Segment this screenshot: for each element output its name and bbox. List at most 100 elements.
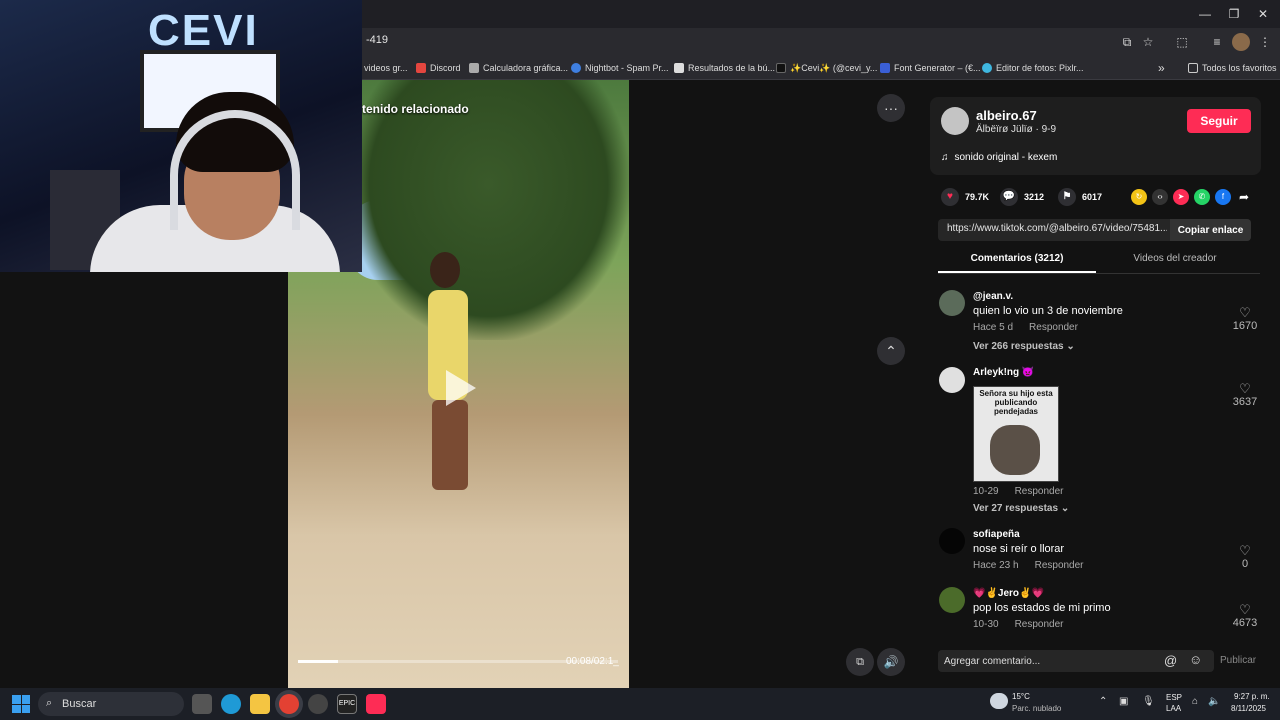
- cast-icon[interactable]: ⧉: [1118, 33, 1136, 51]
- view-replies[interactable]: Ver 266 respuestas ⌄: [973, 341, 1075, 352]
- video-link[interactable]: https://www.tiktok.com/@albeiro.67/video…: [947, 223, 1167, 234]
- child-head: [430, 252, 460, 288]
- follow-button[interactable]: Seguir: [1187, 109, 1251, 133]
- microphone-icon[interactable]: 🎙: [1142, 696, 1155, 707]
- bookmark-item[interactable]: videos gr...: [364, 60, 408, 76]
- reply-link[interactable]: Responder: [1015, 619, 1064, 630]
- document-icon: [674, 63, 684, 73]
- child-legs: [432, 400, 468, 490]
- scroll-up-icon[interactable]: ⌃: [877, 337, 905, 365]
- send-icon[interactable]: ➤: [1173, 189, 1189, 205]
- bookmark-item[interactable]: Font Generator – (€...: [880, 60, 981, 76]
- creator-subline: Älbëïrø Jülïø · 9-9: [976, 124, 1057, 135]
- embed-icon[interactable]: ‹›: [1152, 189, 1168, 205]
- tray-app-icon[interactable]: ▣: [1119, 696, 1128, 707]
- weather-icon[interactable]: [990, 693, 1008, 709]
- chrome-icon[interactable]: [279, 694, 299, 714]
- folder-icon: [1188, 63, 1198, 73]
- play-icon[interactable]: [446, 370, 476, 406]
- comment-user[interactable]: 💗✌️Jero✌️💗: [973, 588, 1044, 599]
- bookmark-overflow[interactable]: »: [1158, 60, 1165, 76]
- tab-active-indicator: [938, 271, 1096, 273]
- close-icon[interactable]: ✕: [1246, 4, 1280, 24]
- speaker-icon[interactable]: 🔈: [1208, 696, 1220, 707]
- creator-avatar[interactable]: [941, 107, 969, 135]
- more-options-icon[interactable]: ···: [877, 94, 905, 122]
- bookmark-item[interactable]: Resultados de la bú...: [674, 60, 775, 76]
- search-label: Buscar: [62, 698, 97, 710]
- chevron-up-icon[interactable]: ⌃: [1099, 696, 1107, 707]
- comment-text: nose si reír o llorar: [973, 543, 1065, 555]
- tab-creator-videos[interactable]: Videos del creador: [1096, 253, 1254, 264]
- bookmark-item[interactable]: Editor de fotos: Pixlr...: [982, 60, 1084, 76]
- comment-avatar[interactable]: [939, 290, 965, 316]
- share-icon[interactable]: ➦: [1236, 189, 1252, 205]
- weather-desc[interactable]: Parc. nublado: [1012, 704, 1061, 713]
- obs-icon[interactable]: [308, 694, 328, 714]
- comment-stat[interactable]: 💬 3212: [1000, 188, 1044, 206]
- comment-like[interactable]: ♡ 0: [1230, 544, 1260, 571]
- like-stat[interactable]: ♥ 79.7K: [941, 188, 989, 206]
- profile-avatar[interactable]: [1232, 33, 1250, 51]
- sound-link[interactable]: ♫ sonido original - kexem: [941, 152, 1057, 163]
- clock-date[interactable]: 8/11/2025: [1231, 704, 1266, 713]
- extensions-icon[interactable]: ⬚: [1173, 33, 1191, 51]
- discord-icon: [416, 63, 426, 73]
- comment-avatar[interactable]: [939, 367, 965, 393]
- comment-like[interactable]: ♡ 3637: [1230, 382, 1260, 409]
- taskbar-search[interactable]: [38, 692, 184, 716]
- bookmark-item[interactable]: ✨Cevi✨ (@cevi_y...: [776, 60, 877, 76]
- view-replies[interactable]: Ver 27 respuestas ⌄: [973, 503, 1069, 514]
- tab-comments[interactable]: Comentarios (3212): [938, 253, 1096, 264]
- weather-temp[interactable]: 15°C: [1012, 692, 1030, 701]
- font-icon: [880, 63, 890, 73]
- comment-user[interactable]: sofiapeña: [973, 529, 1020, 540]
- bookmark-item[interactable]: Discord: [416, 60, 461, 76]
- comment-like[interactable]: ♡ 4673: [1230, 603, 1260, 630]
- creator-username[interactable]: albeiro.67: [976, 108, 1037, 123]
- url-text[interactable]: -419: [366, 34, 388, 46]
- reply-link[interactable]: Responder: [1035, 560, 1084, 571]
- volume-icon[interactable]: 🔊: [877, 648, 905, 676]
- comment-like[interactable]: ♡ 1670: [1230, 305, 1260, 333]
- file-explorer-icon[interactable]: [250, 694, 270, 714]
- comment-avatar[interactable]: [939, 528, 965, 554]
- comment-input[interactable]: [938, 650, 1158, 672]
- comment-user[interactable]: Arleyk!ng 👿: [973, 367, 1034, 378]
- publish-button[interactable]: Publicar: [1220, 655, 1256, 666]
- network-icon[interactable]: ⌂: [1192, 696, 1198, 707]
- keyboard-layout[interactable]: LAA: [1166, 704, 1181, 713]
- reply-link[interactable]: Responder: [1029, 322, 1078, 333]
- calculator-icon: [469, 63, 479, 73]
- edge-icon[interactable]: [221, 694, 241, 714]
- emoji-icon[interactable]: ☺: [1189, 652, 1202, 667]
- save-stat[interactable]: ⚑ 6017: [1058, 188, 1102, 206]
- tiktok-app-icon[interactable]: [366, 694, 386, 714]
- windows-start-icon[interactable]: [12, 695, 30, 713]
- comment-user[interactable]: @jean.v.: [973, 291, 1013, 302]
- repost-icon[interactable]: ↻: [1131, 189, 1147, 205]
- pip-icon[interactable]: ⧉: [846, 648, 874, 676]
- menu-icon[interactable]: ⋮: [1256, 33, 1274, 51]
- language-code[interactable]: ESP: [1166, 693, 1182, 702]
- epic-games-icon[interactable]: EPIC: [337, 694, 357, 714]
- clock-time[interactable]: 9:27 p. m.: [1234, 692, 1270, 701]
- heart-outline-icon: ♡: [1239, 305, 1251, 320]
- tree-area: [348, 80, 629, 340]
- whatsapp-icon[interactable]: ✆: [1194, 189, 1210, 205]
- reply-link[interactable]: Responder: [1015, 486, 1064, 497]
- comment-avatar[interactable]: [939, 587, 965, 613]
- all-bookmarks[interactable]: Todos los favoritos: [1188, 60, 1277, 76]
- bookmark-item[interactable]: Calculadora gráfica...: [469, 60, 568, 76]
- webcam-overlay: CEVI: [0, 0, 362, 272]
- mention-icon[interactable]: @: [1164, 653, 1177, 668]
- task-view-icon[interactable]: [192, 694, 212, 714]
- comment-image-caption: Señora su hijo esta publicando pendejada…: [979, 389, 1053, 416]
- related-content-label[interactable]: tenido relacionado: [362, 102, 469, 116]
- facebook-icon[interactable]: f: [1215, 189, 1231, 205]
- copy-link-button[interactable]: Copiar enlace: [1170, 219, 1251, 241]
- media-icon[interactable]: ≡: [1208, 33, 1226, 51]
- comment-meta: Hace 5 d Responder: [973, 322, 1078, 333]
- star-icon[interactable]: ☆: [1139, 33, 1157, 51]
- bookmark-item[interactable]: Nightbot - Spam Pr...: [571, 60, 669, 76]
